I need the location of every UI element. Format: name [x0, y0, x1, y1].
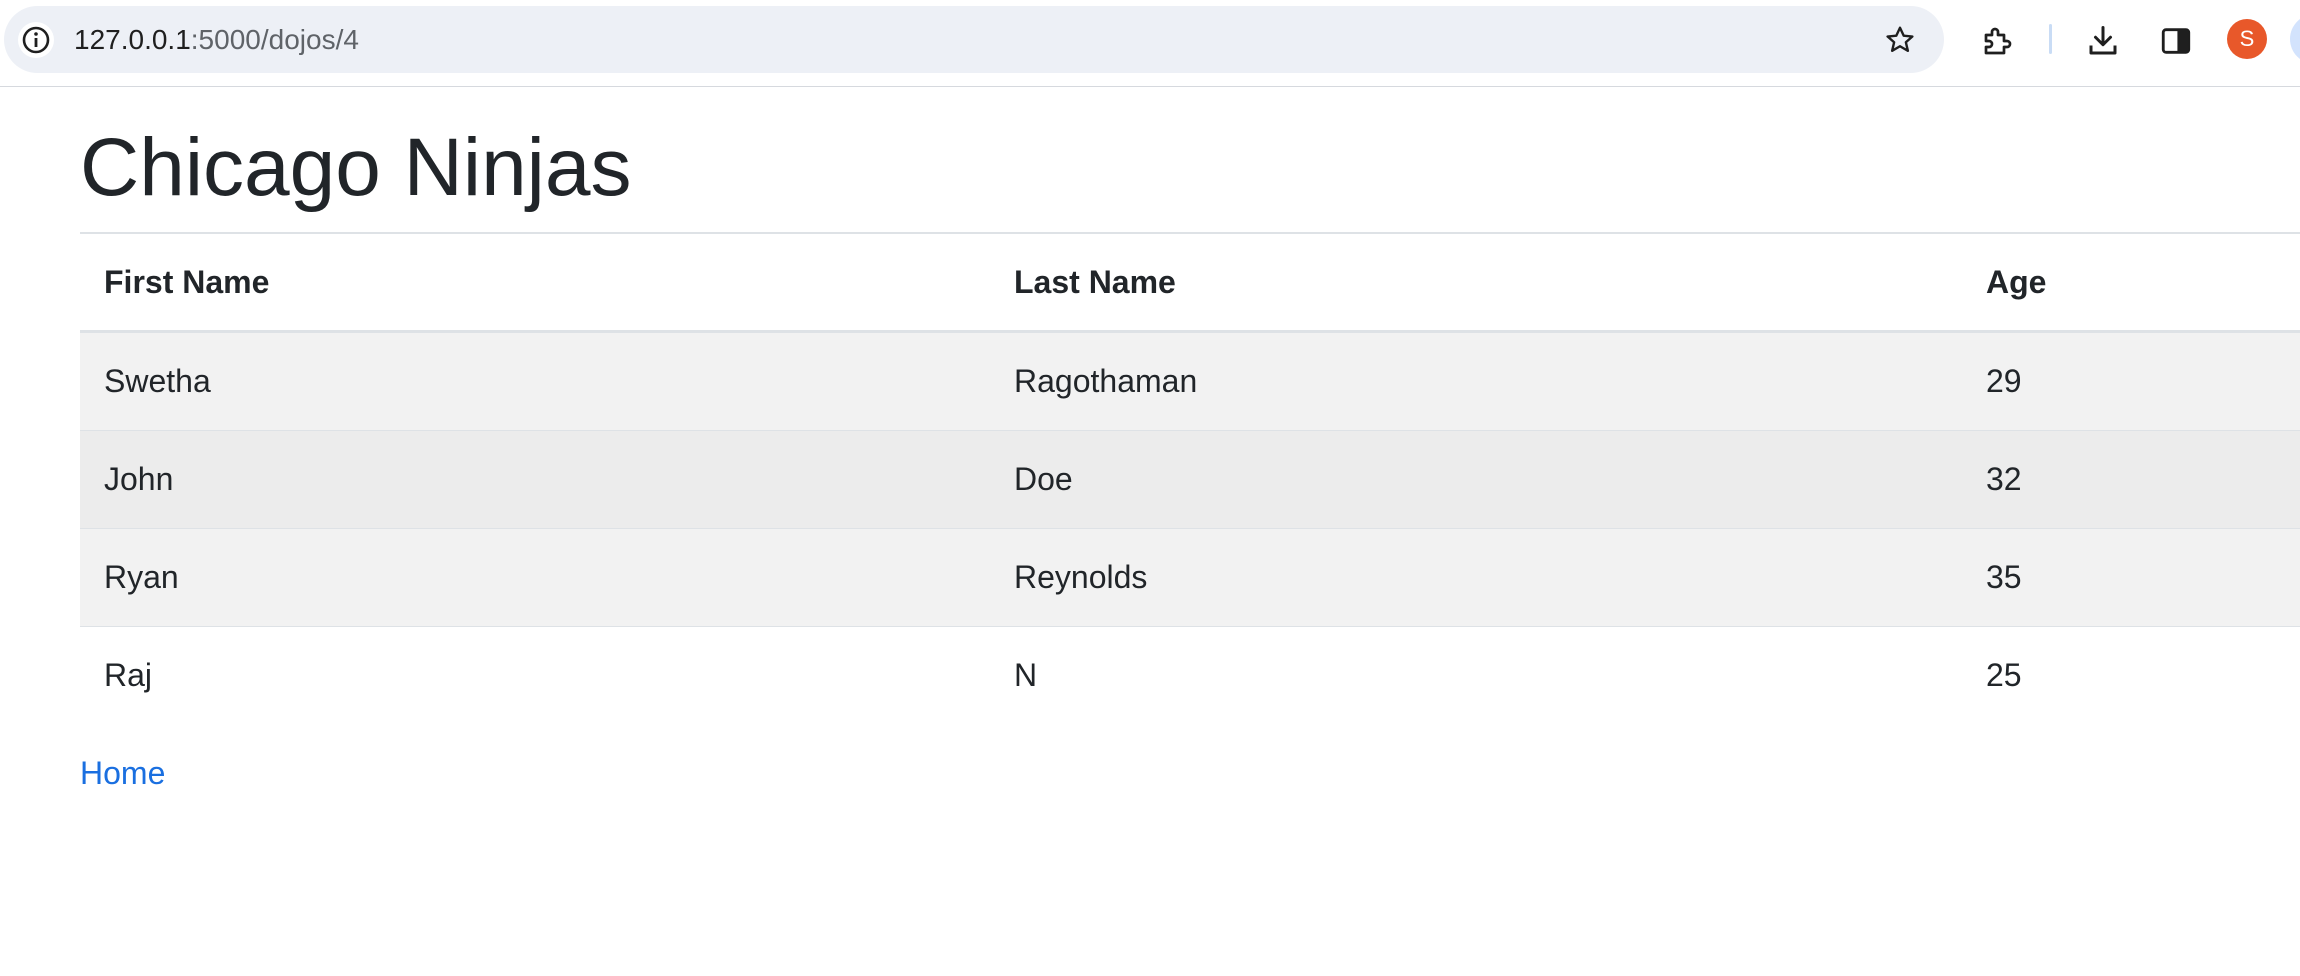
bookmark-star-icon[interactable]	[1882, 22, 1918, 58]
table-row: John Doe 32	[80, 430, 2300, 529]
url-path: :5000/dojos/4	[190, 24, 359, 55]
cell-age: 29	[1962, 331, 2300, 431]
table-header-row: First Name Last Name Age	[80, 234, 2300, 333]
address-bar[interactable]: 127.0.0.1:5000/dojos/4	[4, 6, 1944, 73]
profile-avatar[interactable]: S	[2227, 19, 2267, 59]
cell-age: 32	[1962, 430, 2300, 529]
table-row: Raj N 25	[80, 627, 2300, 725]
cell-last-name: Reynolds	[990, 528, 1962, 627]
cell-age: 25	[1986, 657, 2022, 693]
header-age: Age	[1962, 234, 2300, 333]
download-icon[interactable]	[2083, 21, 2123, 61]
url-text[interactable]: 127.0.0.1:5000/dojos/4	[74, 6, 359, 73]
toolbar-separator	[2049, 24, 2052, 54]
header-last-name: Last Name	[990, 234, 1962, 333]
cell-first-name: Raj	[104, 657, 153, 693]
browser-menu-button[interactable]	[2290, 14, 2300, 64]
url-host: 127.0.0.1	[74, 24, 191, 55]
extensions-icon[interactable]	[1978, 21, 2018, 61]
cell-first-name: Swetha	[80, 331, 990, 431]
cell-last-name: N	[1014, 657, 1038, 693]
header-first-name: First Name	[80, 234, 990, 333]
cell-last-name: Ragothaman	[990, 331, 1962, 431]
cell-first-name: John	[80, 430, 990, 529]
side-panel-icon[interactable]	[2156, 21, 2196, 61]
cell-first-name: Ryan	[80, 528, 990, 627]
browser-toolbar: 127.0.0.1:5000/dojos/4 S	[0, 0, 2300, 87]
cell-age: 35	[1962, 528, 2300, 627]
table-row: Ryan Reynolds 35	[80, 528, 2300, 627]
cell-last-name: Doe	[990, 430, 1962, 529]
home-link[interactable]: Home	[80, 755, 165, 792]
page-title: Chicago Ninjas	[80, 122, 632, 213]
ninjas-table: First Name Last Name Age Swetha Ragotham…	[80, 234, 2300, 724]
table-row: Swetha Ragothaman 29	[80, 331, 2300, 431]
site-info-icon[interactable]	[18, 22, 54, 58]
